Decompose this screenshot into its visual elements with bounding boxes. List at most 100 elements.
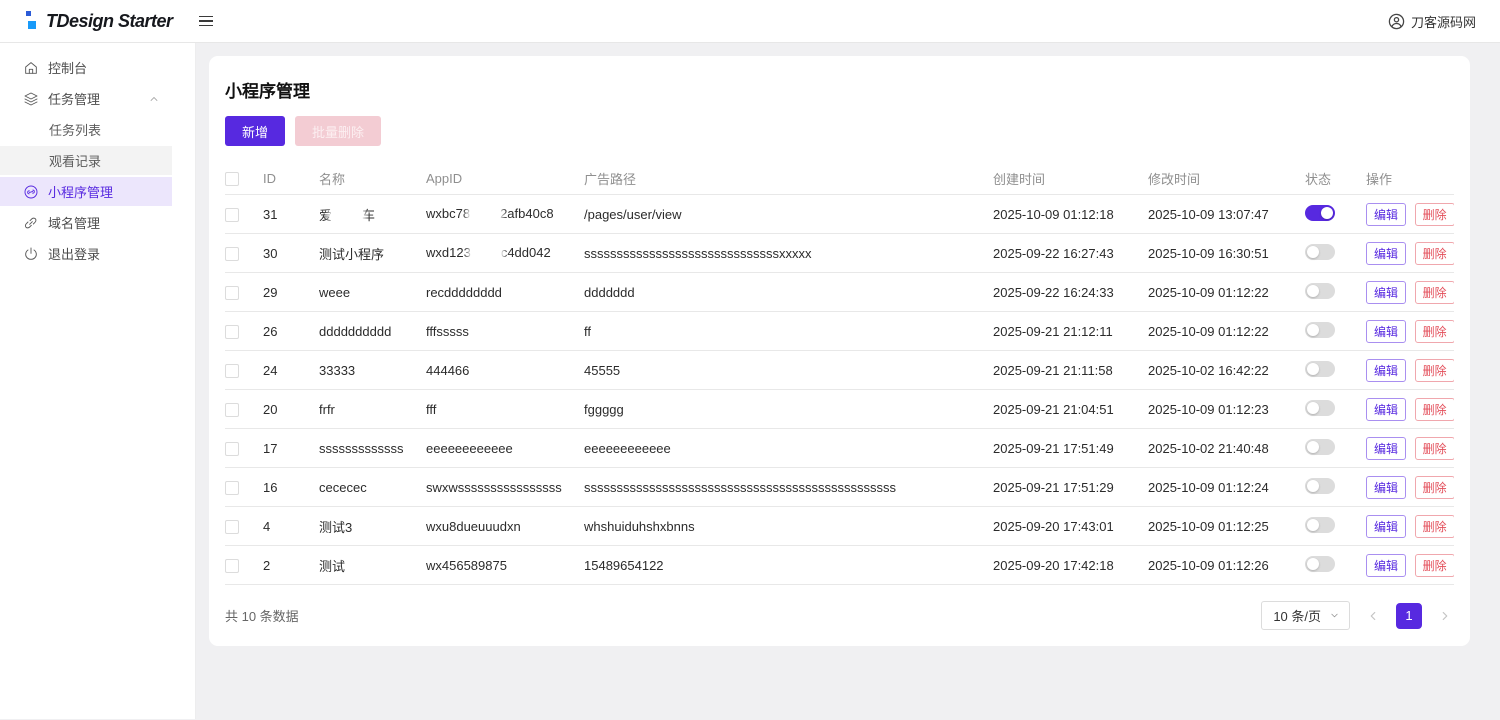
chevron-down-icon [1331,613,1338,618]
main-content: 小程序管理 新增 批量删除 ID 名称 AppID 广告路径 创建时间 修改时间… [196,43,1500,719]
status-toggle[interactable] [1305,477,1335,494]
sidebar-item-miniprogram-management[interactable]: 小程序管理 [0,177,172,206]
row-checkbox[interactable] [225,285,239,300]
cell-ad-path: 45555 [584,362,621,378]
toolbar: 新增 批量删除 [225,116,1454,146]
cell-name: weee [319,284,351,300]
cell-modified-time: 2025-10-09 13:07:47 [1148,206,1269,222]
logo: TDesign Starter [22,10,217,32]
column-header-appid: AppID [426,170,463,186]
row-checkbox[interactable] [225,558,239,573]
cell-created-time: 2025-09-21 21:12:11 [993,323,1113,339]
status-toggle[interactable] [1305,204,1335,221]
edit-button[interactable]: 编辑 [1366,436,1407,460]
user-avatar-icon [1388,13,1405,29]
cell-name: 测试3 [319,519,353,535]
miniprogram-icon [24,185,38,198]
sidebar-item-dashboard[interactable]: 控制台 [0,53,172,82]
cell-ad-path: ddddddd [584,284,635,300]
table-row: 31 爱车 wxbc78 2afb40c8 /pages/user/view 20… [225,195,1454,234]
edit-button[interactable]: 编辑 [1366,514,1407,538]
cell-appid: fff [426,401,437,417]
edit-button[interactable]: 编辑 [1366,241,1407,265]
edit-button[interactable]: 编辑 [1366,319,1407,343]
chevron-right-icon [1442,611,1448,620]
delete-button[interactable]: 删除 [1414,397,1454,421]
delete-button[interactable]: 删除 [1414,280,1454,304]
row-checkbox[interactable] [225,480,239,495]
cell-name: 33333 [319,362,356,378]
cell-ad-path: 15489654122 [584,557,664,573]
next-page-button[interactable] [1436,607,1454,625]
table-row: 2 测试 wx456589875 15489654122 2025-09-20 … [225,546,1454,585]
table-row: 17 sssssssssssss eeeeeeeeeeee eeeeeeeeee… [225,429,1454,468]
cell-name: 测试 [319,558,346,574]
delete-button[interactable]: 删除 [1414,241,1454,265]
status-toggle[interactable] [1305,438,1335,455]
top-bar: TDesign Starter 刀客源码网 [0,0,1500,43]
row-checkbox[interactable] [225,441,239,456]
cell-modified-time: 2025-10-09 01:12:22 [1148,323,1269,339]
delete-button[interactable]: 删除 [1414,553,1454,577]
sidebar-item-logout[interactable]: 退出登录 [0,239,172,268]
row-checkbox[interactable] [225,519,239,534]
miniprogram-card: 小程序管理 新增 批量删除 ID 名称 AppID 广告路径 创建时间 修改时间… [209,56,1470,646]
row-checkbox[interactable] [225,402,239,417]
cell-modified-time: 2025-10-09 01:12:23 [1148,401,1269,417]
menu-collapse-icon[interactable] [195,12,217,31]
sidebar-item-label: 观看记录 [49,154,102,169]
delete-button[interactable]: 删除 [1414,475,1454,499]
page-size-select[interactable]: 10 条/页 [1261,601,1350,630]
add-button[interactable]: 新增 [225,116,286,146]
edit-button[interactable]: 编辑 [1366,202,1407,226]
status-toggle[interactable] [1305,282,1335,299]
edit-button[interactable]: 编辑 [1366,397,1407,421]
row-checkbox[interactable] [225,324,239,339]
miniprogram-table: ID 名称 AppID 广告路径 创建时间 修改时间 状态 操作 31 爱车 w… [225,162,1454,585]
row-checkbox[interactable] [225,207,239,222]
column-header-ops: 操作 [1366,171,1393,187]
status-toggle[interactable] [1305,555,1335,572]
censored-blur [470,246,501,260]
sidebar-item-label: 退出登录 [48,247,101,262]
sidebar-item-domain-management[interactable]: 域名管理 [0,208,172,237]
row-checkbox[interactable] [225,246,239,261]
edit-button[interactable]: 编辑 [1366,553,1407,577]
delete-button[interactable]: 删除 [1414,514,1454,538]
sidebar-item-label: 任务列表 [49,123,102,138]
cell-modified-time: 2025-10-09 16:30:51 [1148,245,1269,261]
delete-button[interactable]: 删除 [1414,436,1454,460]
cell-id: 31 [263,206,278,222]
layers-icon [24,92,38,105]
cell-id: 30 [263,245,278,261]
status-toggle[interactable] [1305,243,1335,260]
status-toggle[interactable] [1305,321,1335,338]
cell-appid: wxu8dueuuudxn [426,518,521,534]
select-all-checkbox[interactable] [225,171,239,186]
delete-button[interactable]: 删除 [1414,202,1454,226]
sidebar-item-task-list[interactable]: 任务列表 [0,115,172,144]
cell-ad-path: fggggg [584,401,624,417]
row-checkbox[interactable] [225,363,239,378]
user-menu[interactable]: 刀客源码网 [1388,12,1476,31]
status-toggle[interactable] [1305,399,1335,416]
page-number-button[interactable]: 1 [1396,602,1422,629]
edit-button[interactable]: 编辑 [1366,475,1407,499]
column-header-modified: 修改时间 [1148,171,1201,187]
table-row: 29 weee recdddddddd ddddddd 2025-09-22 1… [225,273,1454,312]
edit-button[interactable]: 编辑 [1366,280,1407,304]
sidebar-item-label: 任务管理 [48,92,101,107]
prev-page-button[interactable] [1364,607,1382,625]
batch-delete-button[interactable]: 批量删除 [295,116,382,146]
cell-appid: wxbc78 2afb40c8 [426,206,554,222]
status-toggle[interactable] [1305,360,1335,377]
edit-button[interactable]: 编辑 [1366,358,1407,382]
sidebar-item-task-management[interactable]: 任务管理 [0,84,172,113]
delete-button[interactable]: 删除 [1414,358,1454,382]
sidebar-item-watch-records[interactable]: 观看记录 [0,146,172,175]
chevron-up-icon [150,96,158,101]
cell-modified-time: 2025-10-02 16:42:22 [1148,362,1269,378]
cell-id: 20 [263,401,278,417]
status-toggle[interactable] [1305,516,1335,533]
delete-button[interactable]: 删除 [1414,319,1454,343]
